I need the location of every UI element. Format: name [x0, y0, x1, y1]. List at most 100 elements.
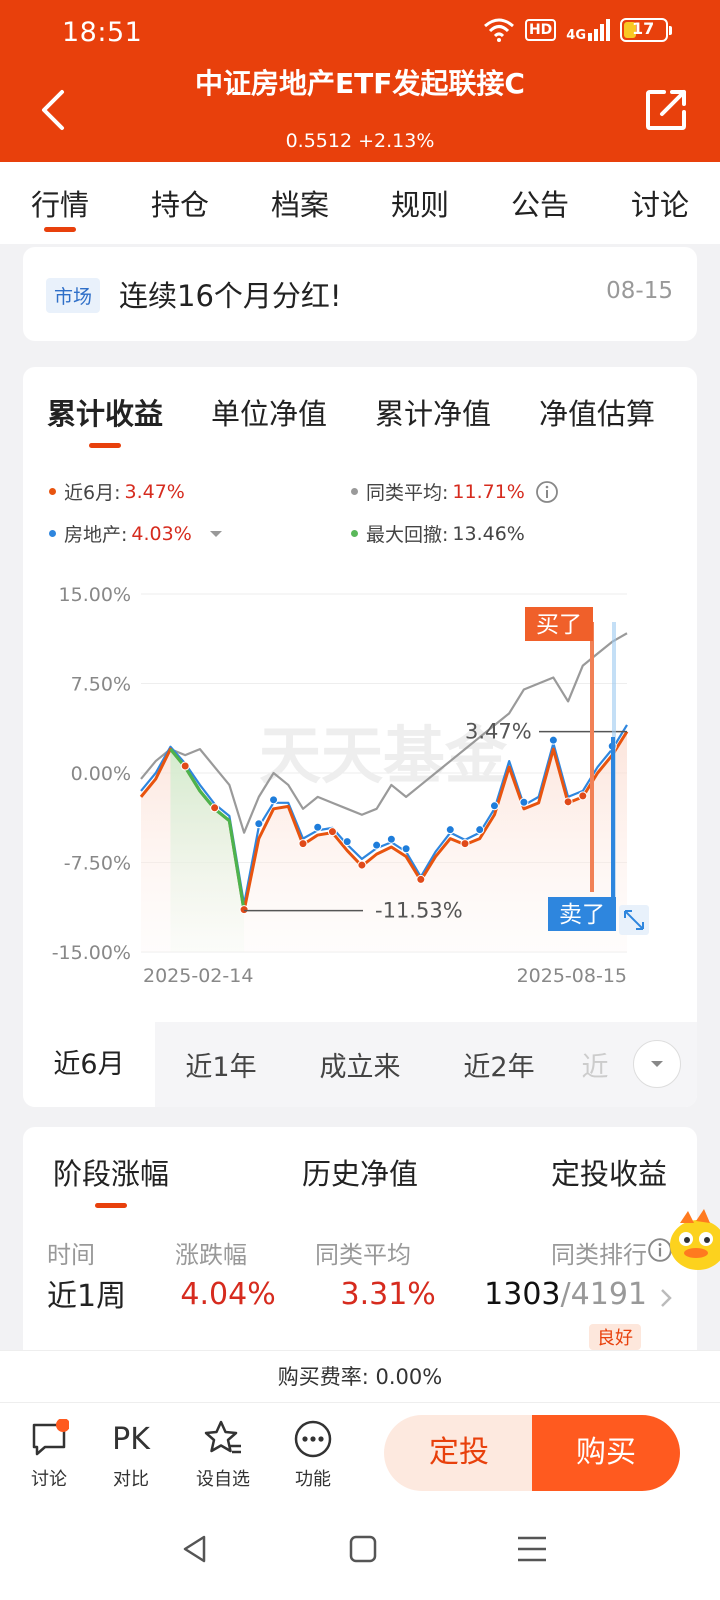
row-change: 4.04% — [180, 1277, 276, 1312]
row-period: 近1周 — [47, 1279, 127, 1314]
legend-index[interactable]: 房地产: 4.03% — [49, 520, 224, 547]
stage-tab-auto-invest[interactable]: 定投收益 — [551, 1151, 667, 1193]
nav-back-icon[interactable] — [180, 1534, 210, 1564]
app-header: 18:51 HD 4G 17 中证房地产ETF发起联接C 0.5512 +2.1… — [0, 0, 720, 162]
buy-label: 买了 — [536, 612, 582, 638]
status-icons: HD 4G 17 — [483, 18, 672, 42]
legend-peer-avg: 同类平均: 11.71% — [351, 478, 559, 505]
buy-point — [357, 860, 367, 870]
buy-point — [578, 791, 588, 801]
tab-rules[interactable]: 规则 — [360, 162, 480, 244]
battery-icon: 17 — [620, 18, 672, 42]
chart-tab-estimate[interactable]: 净值估算 — [539, 391, 655, 433]
notice-card[interactable]: 市场 连续16个月分红! 08-15 — [23, 247, 697, 341]
row-rank-total: /4191 — [560, 1277, 647, 1312]
star-list-icon — [204, 1420, 241, 1454]
nav-home-icon[interactable] — [348, 1534, 378, 1564]
add-watchlist-button[interactable]: 设自选 — [188, 1417, 258, 1491]
chart-tab-unit-nav[interactable]: 单位净值 — [211, 391, 327, 433]
buy-button[interactable]: 购买 — [532, 1415, 680, 1491]
notice-text: 连续16个月分红! — [119, 279, 342, 313]
sell-point — [401, 844, 411, 854]
buy-point — [298, 839, 308, 849]
col-period: 时间 — [47, 1241, 95, 1269]
sell-point — [475, 825, 485, 835]
mascot-icon[interactable] — [666, 1205, 720, 1275]
period-tab-2y[interactable]: 近2年 — [433, 1045, 565, 1084]
dropdown-arrow-icon[interactable] — [208, 529, 224, 539]
buy-point — [416, 874, 426, 884]
sell-point — [313, 822, 323, 832]
col-peer-avg: 同类平均 — [315, 1241, 411, 1269]
min-value-label: -11.53% — [375, 899, 463, 923]
x-tick-label: 2025-08-15 — [517, 965, 627, 987]
auto-invest-button[interactable]: 定投 — [384, 1415, 534, 1491]
tab-discussion[interactable]: 讨论 — [600, 162, 720, 244]
expand-icon[interactable] — [619, 905, 649, 935]
legend-drawdown-dot — [351, 530, 358, 537]
y-tick-label: 7.50% — [71, 674, 131, 696]
back-icon[interactable] — [38, 88, 68, 132]
y-tick-label: -7.50% — [64, 853, 131, 875]
sell-point — [254, 819, 264, 829]
status-time: 18:51 — [62, 17, 143, 48]
period-tab-1y[interactable]: 近1年 — [155, 1045, 287, 1084]
more-functions-button[interactable]: 功能 — [278, 1417, 348, 1491]
buy-point — [460, 839, 470, 849]
sell-point — [445, 825, 455, 835]
x-tick-label: 2025-02-14 — [143, 965, 253, 987]
period-tabs: 近6月 近1年 成立来 近2年 近 — [23, 1022, 697, 1107]
pk-icon: PK — [112, 1421, 150, 1457]
stage-tab-history-nav[interactable]: 历史净值 — [302, 1151, 418, 1193]
wifi-icon — [483, 18, 514, 42]
sell-point — [269, 795, 279, 805]
signal-icon: 4G — [566, 19, 610, 42]
chevron-down-icon — [651, 1061, 663, 1067]
discuss-button[interactable]: 讨论 — [14, 1417, 84, 1491]
stage-tab-performance[interactable]: 阶段涨幅 — [53, 1151, 169, 1208]
period-tab-inception[interactable]: 成立来 — [287, 1045, 433, 1084]
row-rank: 1303 — [484, 1277, 561, 1312]
nav-menu-icon[interactable] — [516, 1534, 548, 1564]
compare-button[interactable]: PK 对比 — [96, 1417, 166, 1491]
fund-title: 中证房地产ETF发起联接C — [195, 67, 525, 100]
row-peer: 3.31% — [340, 1277, 436, 1312]
legend-period-dot — [49, 488, 56, 495]
legend-max-drawdown: 最大回撤: 13.46% — [351, 520, 525, 547]
tab-profile[interactable]: 档案 — [240, 162, 360, 244]
rank-badge: 良好 — [589, 1324, 641, 1350]
stage-tabs: 阶段涨幅 历史净值 定投收益 — [53, 1151, 667, 1208]
tab-holdings[interactable]: 持仓 — [120, 162, 240, 244]
chevron-right-icon[interactable] — [659, 1287, 673, 1309]
tab-announcements[interactable]: 公告 — [480, 162, 600, 244]
legend-index-dot — [49, 530, 56, 537]
system-nav-bar — [0, 1498, 720, 1600]
share-icon[interactable] — [644, 88, 688, 132]
chart-card: 累计收益 单位净值 累计净值 净值估算 近6月: 3.47% 同类平均: 11.71… — [23, 367, 697, 1107]
y-tick-label: 0.00% — [71, 763, 131, 785]
sell-point — [519, 797, 529, 807]
stage-table-header: 时间 涨跌幅 同类平均 同类排行 — [47, 1235, 673, 1270]
sell-point — [489, 801, 499, 811]
sell-point — [386, 834, 396, 844]
sell-point — [548, 735, 558, 745]
legend-period: 近6月: 3.47% — [49, 478, 185, 505]
notice-date: 08-15 — [606, 278, 673, 304]
more-periods-button[interactable] — [633, 1040, 681, 1088]
info-icon[interactable] — [535, 480, 559, 504]
sell-point — [372, 840, 382, 850]
return-chart[interactable]: 15.00% 7.50% 0.00% -7.50% -15.00% 2025-02-14 2… — [23, 577, 697, 997]
sell-label: 卖了 — [559, 902, 605, 928]
period-tab-6m[interactable]: 近6月 — [23, 1022, 155, 1107]
period-tab-more[interactable]: 近 — [565, 1045, 625, 1084]
max-value-label: 3.47% — [465, 720, 532, 744]
purchase-fee: 购买费率: 0.00% — [0, 1350, 720, 1402]
table-row[interactable]: 近1周 4.04% 3.31% 1303/4191 — [47, 1277, 673, 1317]
buy-marker-line — [590, 622, 594, 892]
chart-tab-accum-nav[interactable]: 累计净值 — [375, 391, 491, 433]
buy-point — [210, 803, 220, 813]
tab-market[interactable]: 行情 — [0, 162, 120, 244]
main-tabs: 行情 持仓 档案 规则 公告 讨论 — [0, 162, 720, 244]
chart-tab-cumulative[interactable]: 累计收益 — [47, 391, 163, 448]
buy-point — [327, 827, 337, 837]
